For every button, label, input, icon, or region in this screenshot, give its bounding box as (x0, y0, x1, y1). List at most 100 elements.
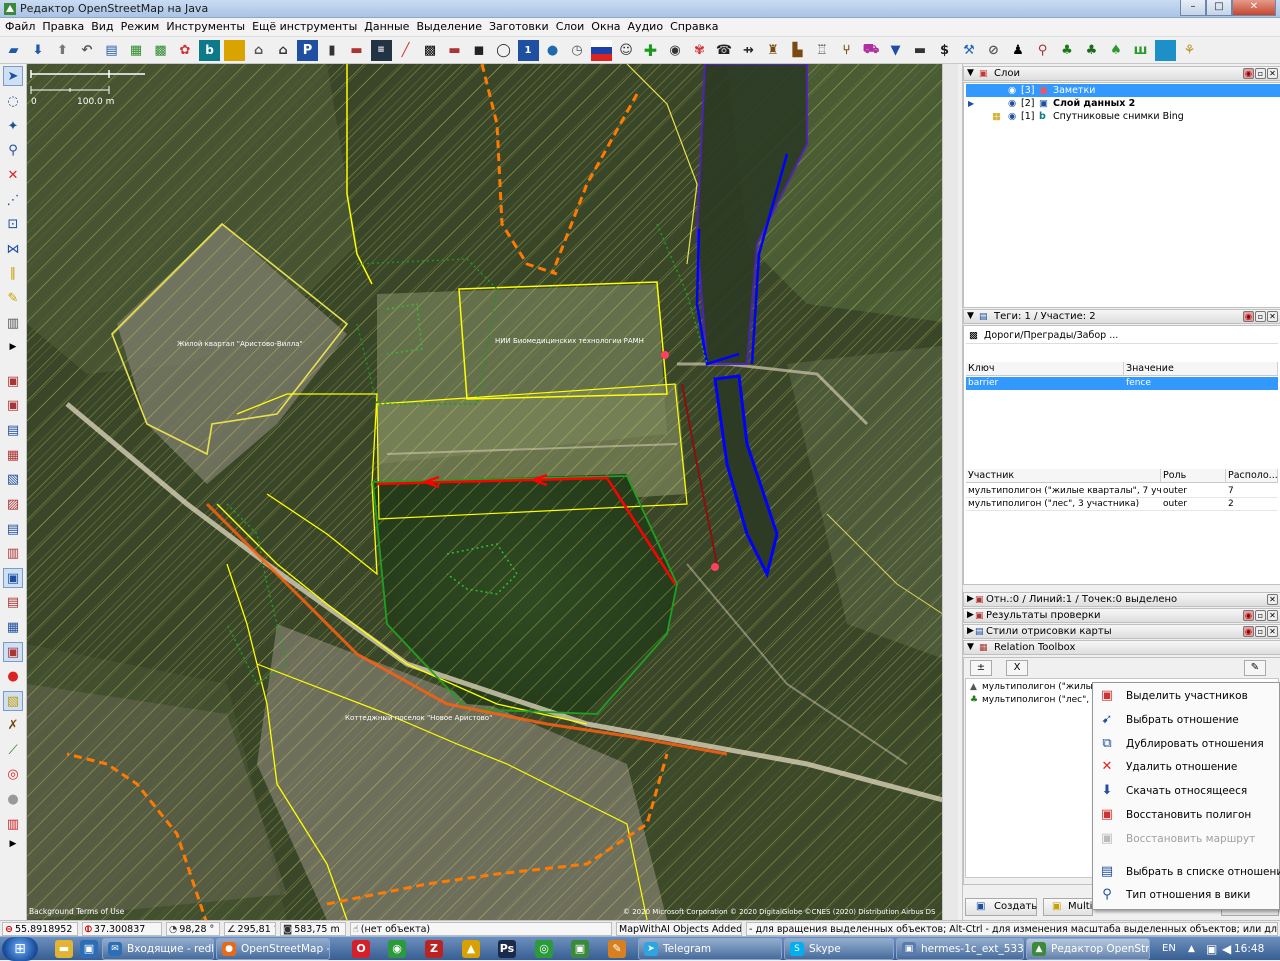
visibility-eye-icon[interactable]: ◉ (1008, 84, 1016, 97)
panel-close-icon[interactable]: ◉ (1243, 626, 1254, 637)
clock[interactable]: 16:48 (1234, 937, 1264, 961)
network-icon[interactable]: ▣ (1206, 937, 1217, 961)
building-tool-icon[interactable]: ▥ (3, 313, 23, 333)
expand-arrow-icon[interactable]: ▶ (967, 625, 974, 638)
filezilla-icon[interactable]: Z (425, 940, 443, 958)
menu-tools[interactable]: Инструменты (163, 18, 249, 36)
factory-icon[interactable]: ▙ (787, 40, 808, 61)
clear-relation-button[interactable]: X (1006, 660, 1028, 676)
panel-detach-icon[interactable]: ▫ (1255, 626, 1266, 637)
menu-selection[interactable]: Выделение (413, 18, 486, 36)
map-styles-panel-header[interactable]: ▶ ▤ Стили отрисовки карты ◉ ▫ ✕ (963, 624, 1280, 639)
panel-hide-icon[interactable]: ✕ (1267, 594, 1278, 605)
expand-arrow-2-icon[interactable]: ▶ (3, 834, 23, 854)
multi-button[interactable]: ▣ Multi (1043, 898, 1093, 916)
tag-row[interactable]: barrier fence (966, 377, 1278, 390)
tray-expand-icon[interactable]: ▲ (1188, 937, 1195, 961)
add-relation-button[interactable]: ± (970, 660, 992, 676)
panel-detach-icon[interactable]: ▫ (1255, 311, 1266, 322)
menu-file[interactable]: Файл (2, 18, 39, 36)
keyboard-language[interactable]: EN (1162, 937, 1176, 961)
grass-icon[interactable]: ш (1130, 40, 1151, 61)
menu-windows[interactable]: Окна (588, 18, 624, 36)
device-icon[interactable]: ▬ (910, 40, 931, 61)
close-window-button[interactable]: ✕ (1232, 0, 1276, 16)
pencil-icon[interactable]: ✎ (3, 288, 23, 308)
settings-icon[interactable]: ✿ (175, 40, 196, 61)
selection-panel-header[interactable]: ▶ ▣ Отн.:0 / Линий:1 / Точек:0 выделено … (963, 592, 1280, 607)
panel-detach-icon[interactable]: ▫ (1255, 68, 1266, 79)
graph-icon[interactable]: ⟋ (3, 740, 23, 760)
theater-icon[interactable]: ☺ (616, 40, 637, 61)
commands-toggle-icon[interactable]: ▥ (3, 543, 23, 563)
panel-close-icon[interactable]: ◉ (1243, 610, 1254, 621)
whatsapp-icon[interactable]: ◎ (535, 940, 553, 958)
task-hermes[interactable]: ▣ hermes-1c_ext_533... (896, 938, 1024, 960)
traffic-light-icon[interactable]: ▮ (322, 40, 343, 61)
visibility-eye-icon[interactable]: ◉ (1008, 97, 1016, 110)
plus-icon[interactable]: ✚ (640, 40, 661, 61)
note-marker[interactable] (661, 351, 669, 359)
relations-toggle-icon[interactable]: ▦ (3, 445, 23, 465)
map-view[interactable]: 0 100.0 m Жилой квартал "Аристово-Вилла"… (27, 64, 958, 920)
layer-row-imagery[interactable]: ▦ ◉ [1] b Спутниковые снимки Bing (966, 110, 1280, 123)
collapse-arrow-icon[interactable]: ▼ (967, 67, 974, 80)
house-icon[interactable]: ⌂ (273, 40, 294, 61)
collapse-arrow-icon[interactable]: ▼ (967, 310, 974, 323)
menu-recreate-polygon[interactable]: ▣ Восстановить полигон (1093, 804, 1279, 826)
task-firefox[interactable]: ●OpenStreetMap - ... (216, 938, 330, 960)
tools-icon[interactable]: ⚒ (959, 40, 980, 61)
visibility-eye-icon[interactable]: ◉ (1008, 110, 1016, 123)
expand-arrow-icon[interactable]: ▶ (967, 609, 974, 622)
restaurant-icon[interactable]: ⑂ (836, 40, 857, 61)
panel-detach-icon[interactable]: ▫ (1255, 610, 1266, 621)
layer-row-notes[interactable]: ◉ [3] ▣ Заметки (966, 84, 1280, 97)
forest-icon[interactable]: ♣ (1081, 40, 1102, 61)
menu-select-members[interactable]: ▣ Выделить участников (1093, 685, 1279, 707)
menu-select-relation[interactable]: ➹ Выбрать отношение (1093, 709, 1279, 731)
dollar-icon[interactable]: $ (934, 40, 955, 61)
task-josm[interactable]: ▲ Редактор OpenStr... (1026, 938, 1150, 960)
tree-icon[interactable]: ♣ (1057, 40, 1078, 61)
download-icon[interactable]: ⬇ (28, 40, 49, 61)
minimize-button[interactable]: – (1180, 0, 1206, 16)
tower-icon[interactable]: ♖ (812, 40, 833, 61)
paperclip-icon[interactable]: ⊘ (983, 40, 1004, 61)
upload-icon[interactable]: ⬆ (52, 40, 73, 61)
membership-row[interactable]: мультиполигон ("жилые кварталы", 7 участ… (966, 485, 1278, 498)
info-icon[interactable]: 1 (517, 39, 539, 61)
car-icon[interactable]: ◼ (469, 40, 490, 61)
selection-list-icon[interactable]: ▣ (3, 395, 23, 415)
expand-arrow-icon[interactable]: ▶ (3, 337, 23, 357)
notes-toggle-icon[interactable]: ▤ (3, 519, 23, 539)
layers-toggle-icon[interactable]: ▣ (3, 371, 23, 391)
menu-delete-relation[interactable]: ✕ Удалить отношение (1093, 756, 1279, 778)
imagery-adjust-icon[interactable]: ▦ (992, 110, 1001, 123)
undo-icon[interactable]: ↶ (77, 40, 98, 61)
delete-mode-icon[interactable]: ✕ (3, 165, 23, 185)
marker-icon[interactable]: ● (3, 666, 23, 686)
task-skype[interactable]: S Skype (784, 938, 894, 960)
menu-edit[interactable]: Правка (39, 18, 88, 36)
wheat-icon[interactable]: ⚘ (1179, 40, 1200, 61)
castle-icon[interactable]: ♜ (763, 40, 784, 61)
menu-mode[interactable]: Режим (118, 18, 164, 36)
task-telegram[interactable]: ➤ Telegram (638, 938, 782, 960)
panel-hide-icon[interactable]: ✕ (1267, 610, 1278, 621)
barrier-icon[interactable]: ▬ (346, 40, 367, 61)
members-col-role[interactable]: Роль (1161, 469, 1226, 483)
menu-select-in-list[interactable]: ▤ Выбрать в списке отношений (1093, 861, 1280, 883)
sign-icon[interactable]: ≡ (370, 39, 392, 61)
select-mode-icon[interactable]: ➤ (3, 66, 23, 86)
task-thunderbird[interactable]: ✉Входящие - redbik... (102, 938, 214, 960)
imagery-icon[interactable]: ▦ (126, 40, 147, 61)
preset-link[interactable]: ▩ Дороги/Преграды/Забор ... (966, 328, 1278, 344)
collapse-arrow-icon[interactable]: ▼ (967, 641, 974, 654)
satellite-map-canvas[interactable]: 0 100.0 m Жилой квартал "Аристово-Вилла"… (27, 64, 958, 920)
menu-download-referrers[interactable]: ⬇ Скачать относящееся (1093, 780, 1279, 802)
checker-icon[interactable]: ▩ (420, 40, 441, 61)
plant-icon[interactable]: ♠ (1106, 40, 1127, 61)
shop-icon[interactable]: ◉ (665, 40, 686, 61)
reorder-icon[interactable]: ▩ (150, 40, 171, 61)
desktop-quicklaunch-icon[interactable]: ▣ (80, 940, 98, 958)
